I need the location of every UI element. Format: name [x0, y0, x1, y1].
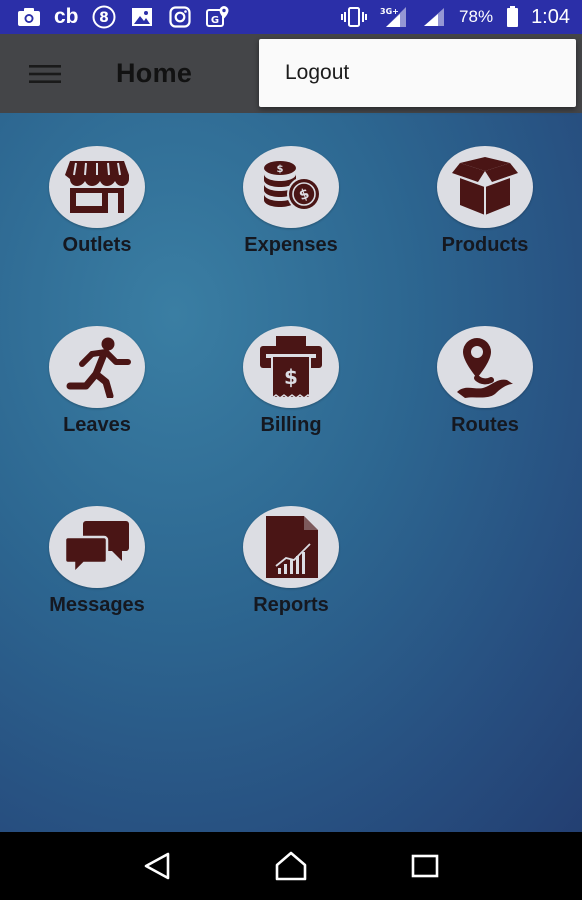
maps-icon: G	[205, 6, 231, 28]
clock: 1:04	[531, 5, 570, 28]
network-type-label: 3G+	[380, 7, 399, 16]
hamburger-icon	[29, 64, 61, 83]
badge-8-icon: 8	[91, 5, 117, 29]
logout-menu-item[interactable]: Logout	[285, 61, 349, 85]
status-bar: cb 8 G 3G+ 78% 1:04	[0, 0, 582, 34]
home-button[interactable]	[271, 846, 311, 886]
tile-products[interactable]: Products	[410, 146, 560, 266]
tile-label: Routes	[451, 414, 519, 436]
tile-leaves[interactable]: Leaves	[22, 326, 172, 446]
tile-label: Billing	[260, 414, 322, 436]
tile-label: Messages	[49, 594, 145, 616]
status-notifications: cb 8 G	[16, 5, 231, 29]
coins-icon: $ $	[264, 161, 321, 211]
home-icon	[275, 851, 307, 881]
image-icon	[129, 6, 155, 28]
instagram-icon	[167, 6, 193, 28]
overflow-menu: Logout	[259, 39, 576, 107]
svg-text:G: G	[210, 15, 218, 26]
tile-label: Expenses	[244, 234, 338, 256]
tile-icon-circle: $	[243, 326, 339, 408]
svg-text:$: $	[277, 164, 284, 175]
tile-reports[interactable]: Reports	[216, 506, 366, 626]
recents-button[interactable]	[405, 846, 445, 886]
back-icon	[144, 852, 170, 880]
tile-icon-circle	[49, 506, 145, 588]
receipt-printer-icon: $	[260, 336, 322, 399]
tile-outlets[interactable]: Outlets	[22, 146, 172, 266]
signal-icon	[421, 6, 447, 28]
cb-icon: cb	[54, 5, 79, 28]
box-icon	[452, 157, 518, 215]
tile-icon-circle	[49, 326, 145, 408]
tile-messages[interactable]: Messages	[22, 506, 172, 626]
tile-icon-circle	[437, 146, 533, 228]
tile-expenses[interactable]: $ $ Expenses	[216, 146, 366, 266]
back-button[interactable]	[137, 846, 177, 886]
chat-bubbles-icon	[64, 521, 129, 575]
camera-icon	[16, 6, 42, 28]
page-title: Home	[116, 58, 193, 88]
vibrate-icon	[341, 6, 368, 28]
tile-icon-circle	[49, 146, 145, 228]
status-system: 3G+ 78% 1:04	[341, 6, 570, 29]
recents-icon	[411, 854, 439, 878]
store-icon	[65, 161, 129, 213]
route-pin-icon	[457, 338, 513, 398]
battery-percent: 78%	[459, 7, 494, 26]
tile-icon-circle	[437, 326, 533, 408]
signal-icon: 3G+	[379, 6, 409, 28]
tile-routes[interactable]: Routes	[410, 326, 560, 446]
battery-icon	[505, 6, 519, 28]
dashboard-grid: Outlets $ $ Expenses Products Leaves $ B…	[0, 113, 582, 832]
tile-icon-circle: $ $	[243, 146, 339, 228]
tile-billing[interactable]: $ Billing	[216, 326, 366, 446]
tile-icon-circle	[243, 506, 339, 588]
tile-label: Leaves	[63, 414, 131, 436]
tile-label: Outlets	[62, 234, 132, 256]
report-chart-icon	[266, 516, 318, 578]
tile-label: Products	[441, 234, 529, 256]
running-person-icon	[66, 337, 131, 398]
tile-label: Reports	[253, 594, 329, 616]
svg-text:8: 8	[99, 10, 109, 26]
hamburger-menu-button[interactable]	[0, 34, 90, 113]
svg-text:$: $	[284, 365, 298, 389]
navigation-bar	[0, 832, 582, 900]
